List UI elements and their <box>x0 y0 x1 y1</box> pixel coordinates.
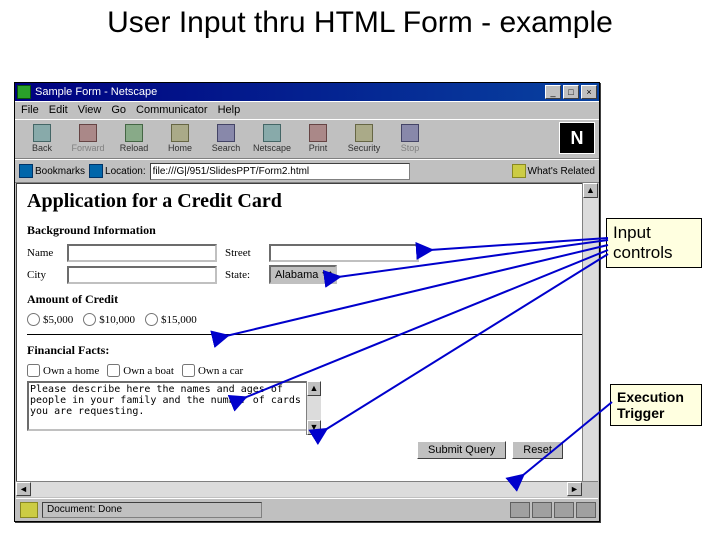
city-input[interactable] <box>67 266 217 284</box>
scroll-up-button[interactable]: ▲ <box>583 183 598 198</box>
status-bar: Document: Done <box>16 498 598 520</box>
callout-execution-trigger: Execution Trigger <box>610 384 702 426</box>
status-icon-2 <box>532 502 552 518</box>
page-title: Application for a Credit Card <box>27 190 587 213</box>
separator <box>27 334 587 335</box>
app-icon <box>17 85 31 99</box>
street-input[interactable] <box>269 244 419 262</box>
check-boat[interactable] <box>107 364 120 377</box>
lock-icon <box>20 502 38 518</box>
reset-button[interactable]: Reset <box>512 441 563 459</box>
home-button[interactable]: Home <box>157 122 203 156</box>
submit-button[interactable]: Submit Query <box>417 441 506 459</box>
location-bar: Bookmarks Location: What's Related <box>15 159 599 183</box>
financial-checks: Own a home Own a boat Own a car <box>27 364 587 377</box>
description-textarea[interactable]: Please describe here the names and ages … <box>27 381 321 431</box>
menu-help[interactable]: Help <box>218 104 241 117</box>
slide-title: User Input thru HTML Form - example <box>0 0 720 44</box>
name-input[interactable] <box>67 244 217 262</box>
menu-communicator[interactable]: Communicator <box>136 104 208 117</box>
status-icon-4 <box>576 502 596 518</box>
horizontal-scrollbar[interactable]: ◄ ► <box>16 481 598 497</box>
section-financial: Financial Facts: <box>27 343 587 358</box>
check-home[interactable] <box>27 364 40 377</box>
search-button[interactable]: Search <box>203 122 249 156</box>
radio-5000[interactable] <box>27 313 40 326</box>
radio-15000[interactable] <box>145 313 158 326</box>
label-city: City <box>27 269 67 281</box>
status-text: Document: Done <box>42 502 262 518</box>
menu-view[interactable]: View <box>78 104 102 117</box>
stop-button[interactable]: Stop <box>387 122 433 156</box>
toolbar: Back Forward Reload Home Search Netscape… <box>15 119 599 159</box>
status-icon-1 <box>510 502 530 518</box>
vertical-scrollbar[interactable]: ▲ ▼ <box>582 183 598 497</box>
radio-10000[interactable] <box>83 313 96 326</box>
forward-button[interactable]: Forward <box>65 122 111 156</box>
callout-input-controls: Input controls <box>606 218 702 268</box>
check-car[interactable] <box>182 364 195 377</box>
netscape-button[interactable]: Netscape <box>249 122 295 156</box>
print-button[interactable]: Print <box>295 122 341 156</box>
location-icon <box>89 164 103 178</box>
section-credit: Amount of Credit <box>27 292 587 307</box>
reload-button[interactable]: Reload <box>111 122 157 156</box>
close-button[interactable]: × <box>581 85 597 99</box>
scroll-right-button[interactable]: ► <box>567 482 582 496</box>
state-select[interactable]: Alabama <box>269 265 337 284</box>
related-icon <box>512 164 526 178</box>
section-background: Background Information <box>27 223 587 238</box>
maximize-button[interactable]: □ <box>563 85 579 99</box>
url-input[interactable] <box>150 163 410 180</box>
bookmarks-icon <box>19 164 33 178</box>
menu-go[interactable]: Go <box>111 104 126 117</box>
textarea-scrollbar[interactable]: ▲▼ <box>306 381 321 435</box>
menu-edit[interactable]: Edit <box>49 104 68 117</box>
bookmarks-button[interactable]: Bookmarks <box>19 164 85 178</box>
label-street: Street <box>225 247 269 259</box>
whats-related-button[interactable]: What's Related <box>512 164 596 178</box>
label-state: State: <box>225 269 269 281</box>
label-name: Name <box>27 247 67 259</box>
menu-bar: File Edit View Go Communicator Help <box>15 101 599 119</box>
page-viewport: Application for a Credit Card Background… <box>16 183 598 497</box>
credit-radios: $5,000 $10,000 $15,000 <box>27 313 587 326</box>
scroll-left-button[interactable]: ◄ <box>16 482 31 496</box>
status-icon-3 <box>554 502 574 518</box>
window-title: Sample Form - Netscape <box>35 86 157 98</box>
title-bar: Sample Form - Netscape _ □ × <box>15 83 599 101</box>
back-button[interactable]: Back <box>19 122 65 156</box>
security-button[interactable]: Security <box>341 122 387 156</box>
menu-file[interactable]: File <box>21 104 39 117</box>
minimize-button[interactable]: _ <box>545 85 561 99</box>
location-label: Location: <box>105 166 146 177</box>
netscape-logo: N <box>559 122 595 154</box>
browser-window: Sample Form - Netscape _ □ × File Edit V… <box>14 82 600 522</box>
